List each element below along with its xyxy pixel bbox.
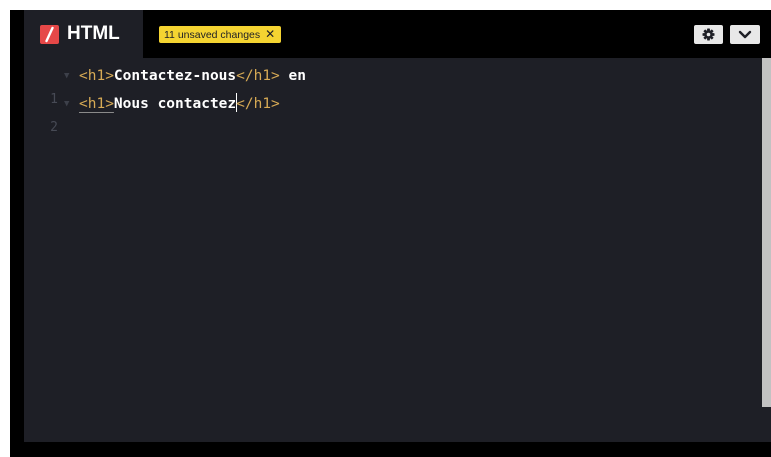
scrollbar-thumb[interactable] — [762, 58, 771, 407]
tab-html[interactable]: HTML — [24, 10, 143, 58]
bottom-bar — [10, 442, 771, 457]
fold-arrow-icon[interactable]: ▼ — [64, 92, 69, 116]
tag-content: Nous contactez — [113, 96, 237, 112]
chevron-down-icon — [738, 30, 752, 39]
fold-arrow-icon[interactable]: ▼ — [64, 64, 69, 88]
editor-header: HTML 11 unsaved changes ✕ — [24, 10, 771, 58]
editor-frame: HTML 11 unsaved changes ✕ 1 ▼ <h1>Contac… — [10, 10, 771, 457]
trailing-text: en — [279, 68, 306, 84]
unsaved-changes-text: 11 unsaved changes — [164, 29, 261, 41]
line-number: 2 — [50, 120, 58, 135]
tag-content: Contactez-nous — [113, 68, 237, 84]
tab-title: HTML — [67, 23, 120, 44]
html-slash-icon — [40, 25, 59, 44]
code-area[interactable]: 1 ▼ <h1>Contactez-nous</h1> en 2 ▼ <h1>N… — [24, 58, 759, 442]
unsaved-changes-badge[interactable]: 11 unsaved changes ✕ — [159, 26, 282, 43]
code-text: <h1>Nous contactez</h1> — [79, 92, 280, 116]
code-editor: HTML 11 unsaved changes ✕ 1 ▼ <h1>Contac… — [24, 10, 771, 442]
code-line[interactable]: 2 ▼ <h1>Nous contactez</h1> — [24, 92, 759, 135]
close-icon[interactable]: ✕ — [265, 27, 275, 41]
open-tag: <h1> — [79, 96, 114, 112]
menu-button[interactable] — [730, 25, 760, 44]
close-tag: </h1> — [236, 96, 280, 112]
close-tag: </h1> — [236, 68, 280, 84]
settings-button[interactable] — [694, 25, 723, 44]
open-tag: <h1> — [79, 68, 114, 84]
gear-icon — [702, 28, 715, 41]
code-line[interactable]: 1 ▼ <h1>Contactez-nous</h1> en — [24, 64, 759, 107]
code-text: <h1>Contactez-nous</h1> en — [79, 64, 306, 88]
